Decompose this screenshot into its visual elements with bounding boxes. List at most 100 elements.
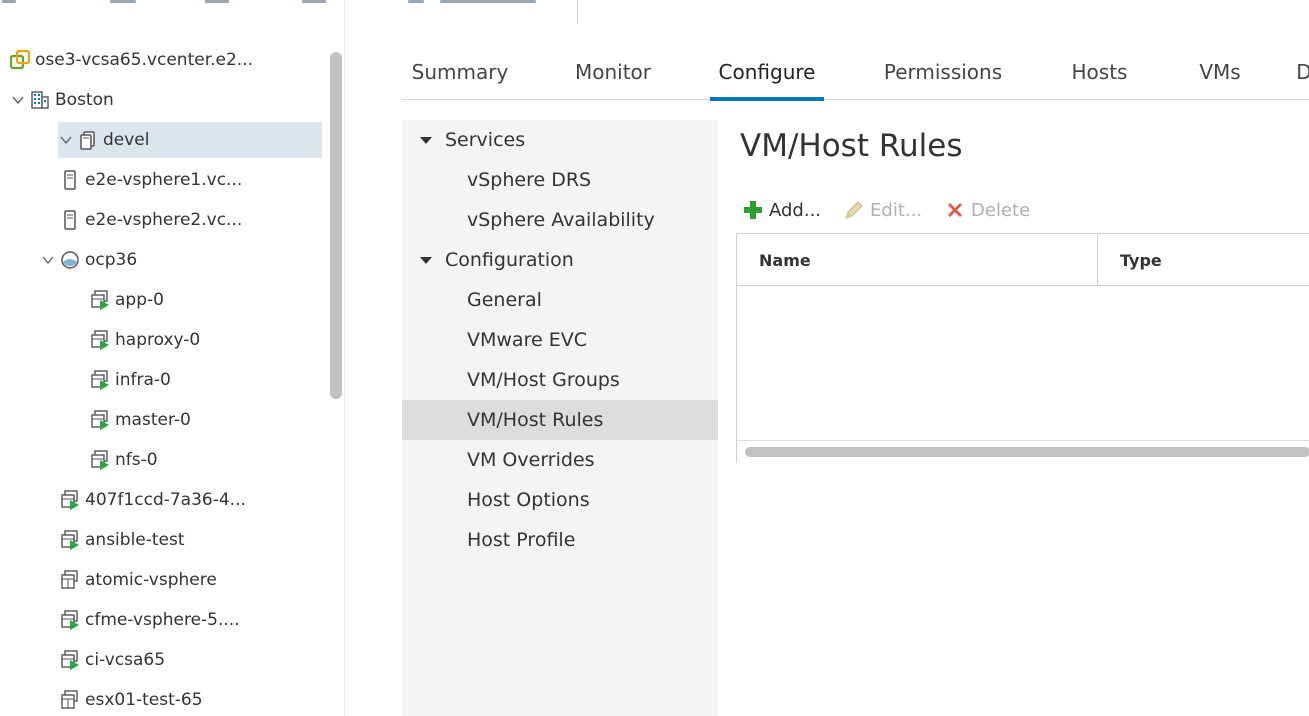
host-icon — [60, 170, 80, 190]
cropped-icon — [302, 0, 326, 3]
tree-item[interactable]: e2e-vsphere1.vc... — [0, 162, 322, 198]
caret-down-icon — [420, 256, 432, 264]
vm-on-icon — [60, 610, 80, 630]
tab-d[interactable]: D — [1294, 44, 1309, 100]
vm-on-icon — [90, 290, 110, 310]
nav-label: Services — [445, 129, 526, 151]
tree-item-label: master-0 — [115, 410, 191, 430]
tree-item[interactable]: 407f1ccd-7a36-4... — [0, 482, 322, 518]
nav-item-host-options[interactable]: Host Options — [402, 480, 718, 520]
vcenter-icon — [10, 50, 30, 70]
delete-rule-button[interactable]: Delete — [944, 199, 1030, 221]
tab-permissions[interactable]: Permissions — [876, 44, 1010, 100]
tree-item-label: 407f1ccd-7a36-4... — [85, 490, 246, 510]
chevron-down-icon[interactable] — [40, 252, 56, 268]
tree-item-label: ci-vcsa65 — [85, 650, 166, 670]
rules-toolbar: Add... Edit... Delete — [742, 194, 1052, 226]
vm-on-icon — [60, 490, 80, 510]
tab-summary[interactable]: Summary — [407, 44, 513, 100]
tree-item[interactable]: infra-0 — [0, 362, 322, 398]
nav-label: VM Overrides — [467, 449, 595, 471]
tree-item-label: haproxy-0 — [115, 330, 201, 350]
rules-grid: Name Type — [736, 233, 1309, 463]
delete-rule-label: Delete — [971, 199, 1031, 221]
tree-item-label: e2e-vsphere1.vc... — [85, 170, 243, 190]
nav-item-vm-host-rules[interactable]: VM/Host Rules — [402, 400, 718, 440]
nav-section-configuration[interactable]: Configuration — [402, 240, 718, 280]
tab-configure[interactable]: Configure — [710, 44, 824, 101]
nav-label: VM/Host Rules — [467, 409, 604, 431]
vm-on-icon — [90, 450, 110, 470]
tree-item[interactable]: cfme-vsphere-5.... — [0, 602, 322, 638]
tree-item-label: Boston — [55, 90, 114, 110]
add-rule-button[interactable]: Add... — [742, 199, 821, 221]
nav-item-vmware-evc[interactable]: VMware EVC — [402, 320, 718, 360]
cropped-icon — [205, 0, 229, 3]
object-tabs: Summary Monitor Configure Permissions Hosts V… — [402, 44, 1309, 101]
edit-rule-button[interactable]: Edit... — [843, 199, 922, 221]
tree-item[interactable]: atomic-vsphere — [0, 562, 322, 598]
delete-x-icon — [944, 199, 966, 221]
vm-off-icon — [60, 690, 80, 710]
vm-on-icon — [60, 650, 80, 670]
tree-item[interactable]: nfs-0 — [0, 442, 322, 478]
nav-item-vsphere-drs[interactable]: vSphere DRS — [402, 160, 718, 200]
datacenter-icon — [30, 90, 50, 110]
nav-label: vSphere Availability — [467, 209, 655, 231]
tree-item[interactable]: haproxy-0 — [0, 322, 322, 358]
nav-item-host-profile[interactable]: Host Profile — [402, 520, 718, 560]
nav-label: Host Profile — [467, 529, 576, 551]
grid-horizontal-scrollbar[interactable] — [745, 447, 1309, 457]
column-type[interactable]: Type — [1098, 234, 1309, 286]
tab-monitor[interactable]: Monitor — [569, 44, 657, 100]
nav-item-vm-overrides[interactable]: VM Overrides — [402, 440, 718, 480]
resource-pool-icon — [60, 250, 80, 270]
tree-item[interactable]: ose3-vcsa65.vcenter.e2... — [0, 42, 322, 78]
tree-item-label: infra-0 — [115, 370, 171, 390]
tree-item[interactable]: ci-vcsa65 — [0, 642, 322, 678]
add-rule-label: Add... — [769, 199, 822, 221]
column-name[interactable]: Name — [737, 234, 1097, 286]
tree-item[interactable]: esx01-test-65 — [0, 682, 322, 716]
chevron-down-icon[interactable] — [10, 92, 26, 108]
nav-item-general[interactable]: General — [402, 280, 718, 320]
vm-on-icon — [90, 410, 110, 430]
chevron-down-icon[interactable] — [58, 132, 74, 148]
tree-item-label: atomic-vsphere — [85, 570, 217, 590]
tree-item-label: ocp36 — [85, 250, 138, 270]
configure-nav: Services vSphere DRS vSphere Availability C… — [402, 120, 718, 716]
tree-item[interactable]: ansible-test — [0, 522, 322, 558]
vm-off-icon — [60, 570, 80, 590]
nav-item-vsphere-availability[interactable]: vSphere Availability — [402, 200, 718, 240]
pencil-icon — [843, 199, 865, 221]
grid-footer — [737, 440, 1309, 463]
tree-item-label: app-0 — [115, 290, 164, 310]
tab-hosts[interactable]: Hosts — [1067, 44, 1132, 100]
tree-item-label: cfme-vsphere-5.... — [85, 610, 240, 630]
tab-vms[interactable]: VMs — [1199, 44, 1241, 100]
grid-header: Name Type — [737, 234, 1309, 286]
tree-scrollbar-thumb[interactable] — [330, 52, 342, 399]
host-icon — [60, 210, 80, 230]
tree-item[interactable]: Boston — [0, 82, 322, 118]
nav-label: Configuration — [445, 249, 574, 271]
pane-divider[interactable] — [344, 0, 345, 716]
cropped-icon — [2, 0, 16, 3]
tree-item-label: ansible-test — [85, 530, 185, 550]
plus-icon — [742, 199, 764, 221]
tree-item[interactable]: e2e-vsphere2.vc... — [0, 202, 322, 238]
tree-item-label: e2e-vsphere2.vc... — [85, 210, 243, 230]
nav-label: vSphere DRS — [467, 169, 592, 191]
tree-item[interactable]: app-0 — [0, 282, 322, 318]
nav-section-services[interactable]: Services — [402, 120, 718, 160]
header-separator — [577, 0, 578, 24]
inventory-tree[interactable]: ose3-vcsa65.vcenter.e2... Boston devel e2e-… — [0, 40, 344, 716]
tree-item[interactable]: master-0 — [0, 402, 322, 438]
nav-item-vm-host-groups[interactable]: VM/Host Groups — [402, 360, 718, 400]
top-toolbar-cropped — [0, 0, 1309, 14]
nav-label: VMware EVC — [467, 329, 587, 351]
tree-item[interactable]: ocp36 — [0, 242, 322, 278]
tree-item[interactable]: devel — [58, 122, 322, 158]
vm-on-icon — [90, 370, 110, 390]
tree-item-label: devel — [103, 130, 150, 150]
